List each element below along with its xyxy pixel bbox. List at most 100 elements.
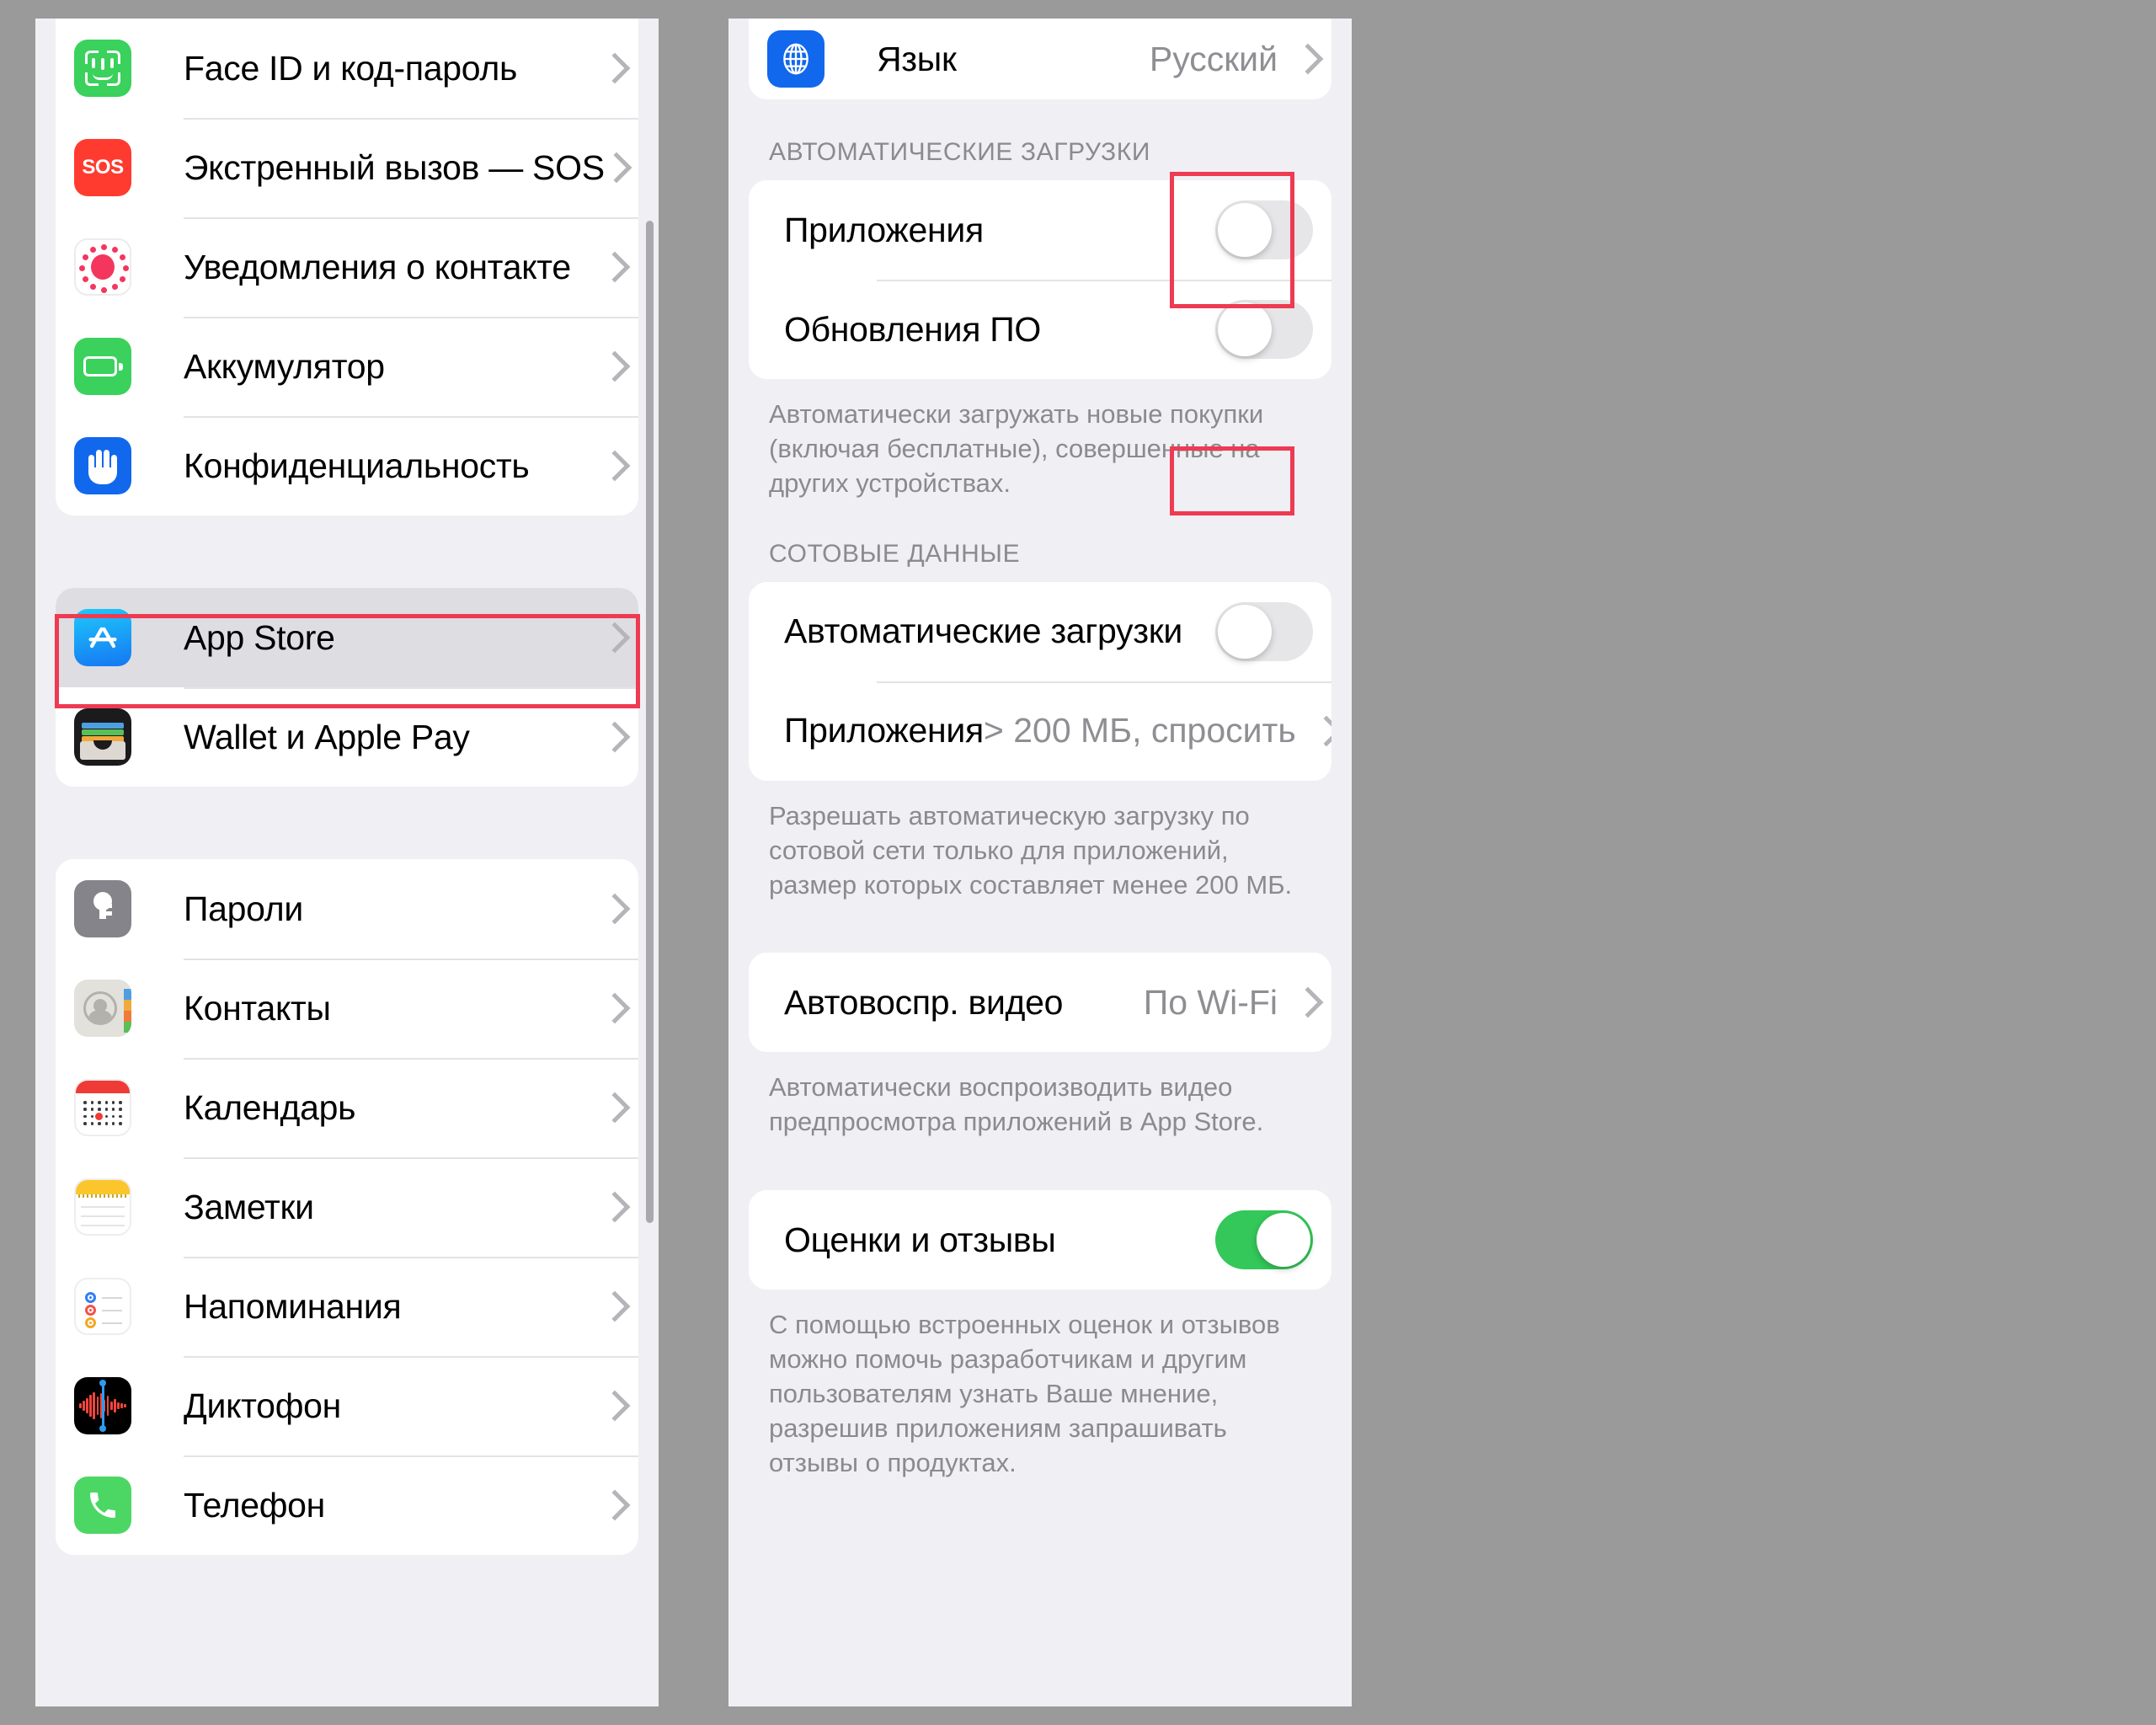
privacy-hand-icon [74, 437, 131, 494]
settings-group-ratings: Оценки и отзывы [749, 1190, 1331, 1290]
section-footer-video-autoplay: Автоматически воспроизводить видео предп… [769, 1072, 1264, 1137]
chevron-right-icon [603, 723, 620, 751]
sidebar-item-voice-memos[interactable]: Диктофон [56, 1356, 638, 1455]
sidebar-item-calendar[interactable]: Календарь [56, 1058, 638, 1157]
row-label: Автовоспр. видео [784, 982, 1064, 1022]
row-label: Пароли [184, 889, 304, 928]
section-header-cellular-data: СОТОВЫЕ ДАННЫЕ [769, 539, 1021, 568]
chevron-right-icon [603, 895, 620, 923]
row-label: Контакты [184, 988, 331, 1028]
notes-icon [74, 1178, 131, 1236]
row-cellular-auto-downloads[interactable]: Автоматические загрузки [749, 581, 1331, 681]
settings-group-security: Face ID и код-пароль SOS Экстренный вызо… [56, 19, 638, 515]
chevron-right-icon [1296, 45, 1313, 73]
chevron-right-icon [603, 352, 620, 381]
chevron-right-icon [603, 994, 620, 1023]
chevron-right-icon [1296, 988, 1313, 1017]
row-label: Диктофон [184, 1386, 341, 1425]
row-label: Экстренный вызов — SOS [184, 147, 605, 187]
row-auto-download-apps[interactable]: Приложения [749, 180, 1331, 280]
settings-list-panel: Face ID и код-пароль SOS Экстренный вызо… [35, 19, 659, 1706]
row-auto-download-updates[interactable]: Обновления ПО [749, 280, 1331, 379]
sidebar-item-notes[interactable]: Заметки [56, 1157, 638, 1257]
row-label: Приложения [784, 210, 984, 249]
row-label: Автоматические загрузки [784, 611, 1182, 651]
row-video-autoplay[interactable]: Автовоспр. видео По Wi-Fi [749, 953, 1331, 1053]
chevron-right-icon [1315, 717, 1331, 745]
section-footer-cellular-data: Разрешать автоматическую загрузку по сот… [769, 800, 1293, 900]
calendar-icon [74, 1079, 131, 1136]
row-label: Приложения [784, 711, 984, 750]
scrollbar-left[interactable] [646, 221, 654, 1223]
row-value: Русский [1149, 39, 1278, 78]
toggle-auto-download-apps[interactable] [1215, 200, 1313, 259]
chevron-right-icon [603, 1093, 620, 1122]
sidebar-item-contact-notifications[interactable]: Уведомления о контакте [56, 217, 638, 317]
row-label: Face ID и код-пароль [184, 48, 518, 88]
row-label: Напоминания [184, 1286, 402, 1326]
row-label: Календарь [184, 1087, 356, 1127]
chevron-right-icon [603, 451, 620, 480]
sidebar-item-privacy[interactable]: Конфиденциальность [56, 416, 638, 515]
row-value: > 200 МБ, спросить [983, 711, 1296, 750]
row-cellular-apps[interactable]: Приложения > 200 МБ, спросить [749, 681, 1331, 781]
chevron-right-icon [603, 1491, 620, 1519]
sidebar-item-app-store[interactable]: App Store [56, 588, 638, 687]
chevron-right-icon [603, 1391, 620, 1420]
sidebar-item-battery[interactable]: Аккумулятор [56, 317, 638, 416]
sidebar-item-emergency-sos[interactable]: SOS Экстренный вызов — SOS [56, 118, 638, 217]
row-label: Обновления ПО [784, 309, 1041, 349]
contact-notifications-icon [74, 238, 131, 296]
screenshot-root: Face ID и код-пароль SOS Экстренный вызо… [0, 0, 2156, 1725]
voice-memos-icon [74, 1377, 131, 1434]
section-header-auto-downloads: АВТОМАТИЧЕСКИЕ ЗАГРУЗКИ [769, 138, 1151, 166]
row-label: Заметки [184, 1187, 314, 1226]
row-label: Аккумулятор [184, 346, 385, 386]
settings-group-auto-downloads: Приложения Обновления ПО [749, 180, 1331, 379]
toggle-ratings-reviews[interactable] [1215, 1210, 1313, 1270]
row-language[interactable]: Язык Русский [749, 19, 1331, 99]
sos-icon: SOS [74, 139, 131, 196]
settings-group-apps: Пароли Контакты Календарь Заметки Напоми… [56, 859, 638, 1555]
contacts-icon [74, 980, 131, 1037]
app-store-icon [74, 609, 131, 666]
key-icon [74, 880, 131, 937]
chevron-right-icon [603, 54, 620, 83]
faceid-icon [74, 40, 131, 97]
sidebar-item-passwords[interactable]: Пароли [56, 859, 638, 959]
section-footer-ratings: С помощью встроенных оценок и отзывов мо… [769, 1310, 1280, 1477]
wallet-icon [74, 708, 131, 766]
chevron-right-icon [603, 1193, 620, 1221]
phone-icon [74, 1477, 131, 1534]
sidebar-item-contacts[interactable]: Контакты [56, 959, 638, 1058]
battery-icon [74, 338, 131, 395]
row-label: Уведомления о контакте [184, 247, 571, 286]
settings-group-video-autoplay: Автовоспр. видео По Wi-Fi [749, 953, 1331, 1053]
app-store-settings-panel: Язык Русский АВТОМАТИЧЕСКИЕ ЗАГРУЗКИ При… [728, 19, 1352, 1706]
toggle-cellular-auto-downloads[interactable] [1215, 601, 1313, 661]
globe-icon [767, 30, 825, 88]
row-label: Конфиденциальность [184, 446, 530, 485]
toggle-auto-download-updates[interactable] [1215, 300, 1313, 359]
row-label: Wallet и Apple Pay [184, 717, 470, 756]
chevron-right-icon [605, 153, 622, 182]
sidebar-item-wallet-apple-pay[interactable]: Wallet и Apple Pay [56, 687, 638, 787]
sidebar-item-face-id[interactable]: Face ID и код-пароль [56, 19, 638, 118]
sidebar-item-reminders[interactable]: Напоминания [56, 1257, 638, 1356]
sidebar-item-phone[interactable]: Телефон [56, 1455, 638, 1555]
reminders-icon [74, 1278, 131, 1335]
chevron-right-icon [603, 1292, 620, 1321]
row-ratings-reviews[interactable]: Оценки и отзывы [749, 1190, 1331, 1290]
settings-group-language: Язык Русский [749, 19, 1331, 99]
chevron-right-icon [603, 253, 620, 281]
settings-group-cellular-data: Автоматические загрузки Приложения > 200… [749, 581, 1331, 781]
chevron-right-icon [603, 623, 620, 652]
row-label: Телефон [184, 1485, 325, 1525]
row-label: Язык [877, 39, 957, 78]
row-label: App Store [184, 617, 335, 657]
row-label: Оценки и отзывы [784, 1220, 1056, 1259]
row-value: По Wi-Fi [1143, 982, 1278, 1022]
settings-group-store: App Store Wallet и Apple Pay [56, 588, 638, 787]
section-footer-auto-downloads: Автоматически загружать новые покупки (в… [769, 399, 1264, 498]
sos-icon-text: SOS [82, 156, 124, 179]
